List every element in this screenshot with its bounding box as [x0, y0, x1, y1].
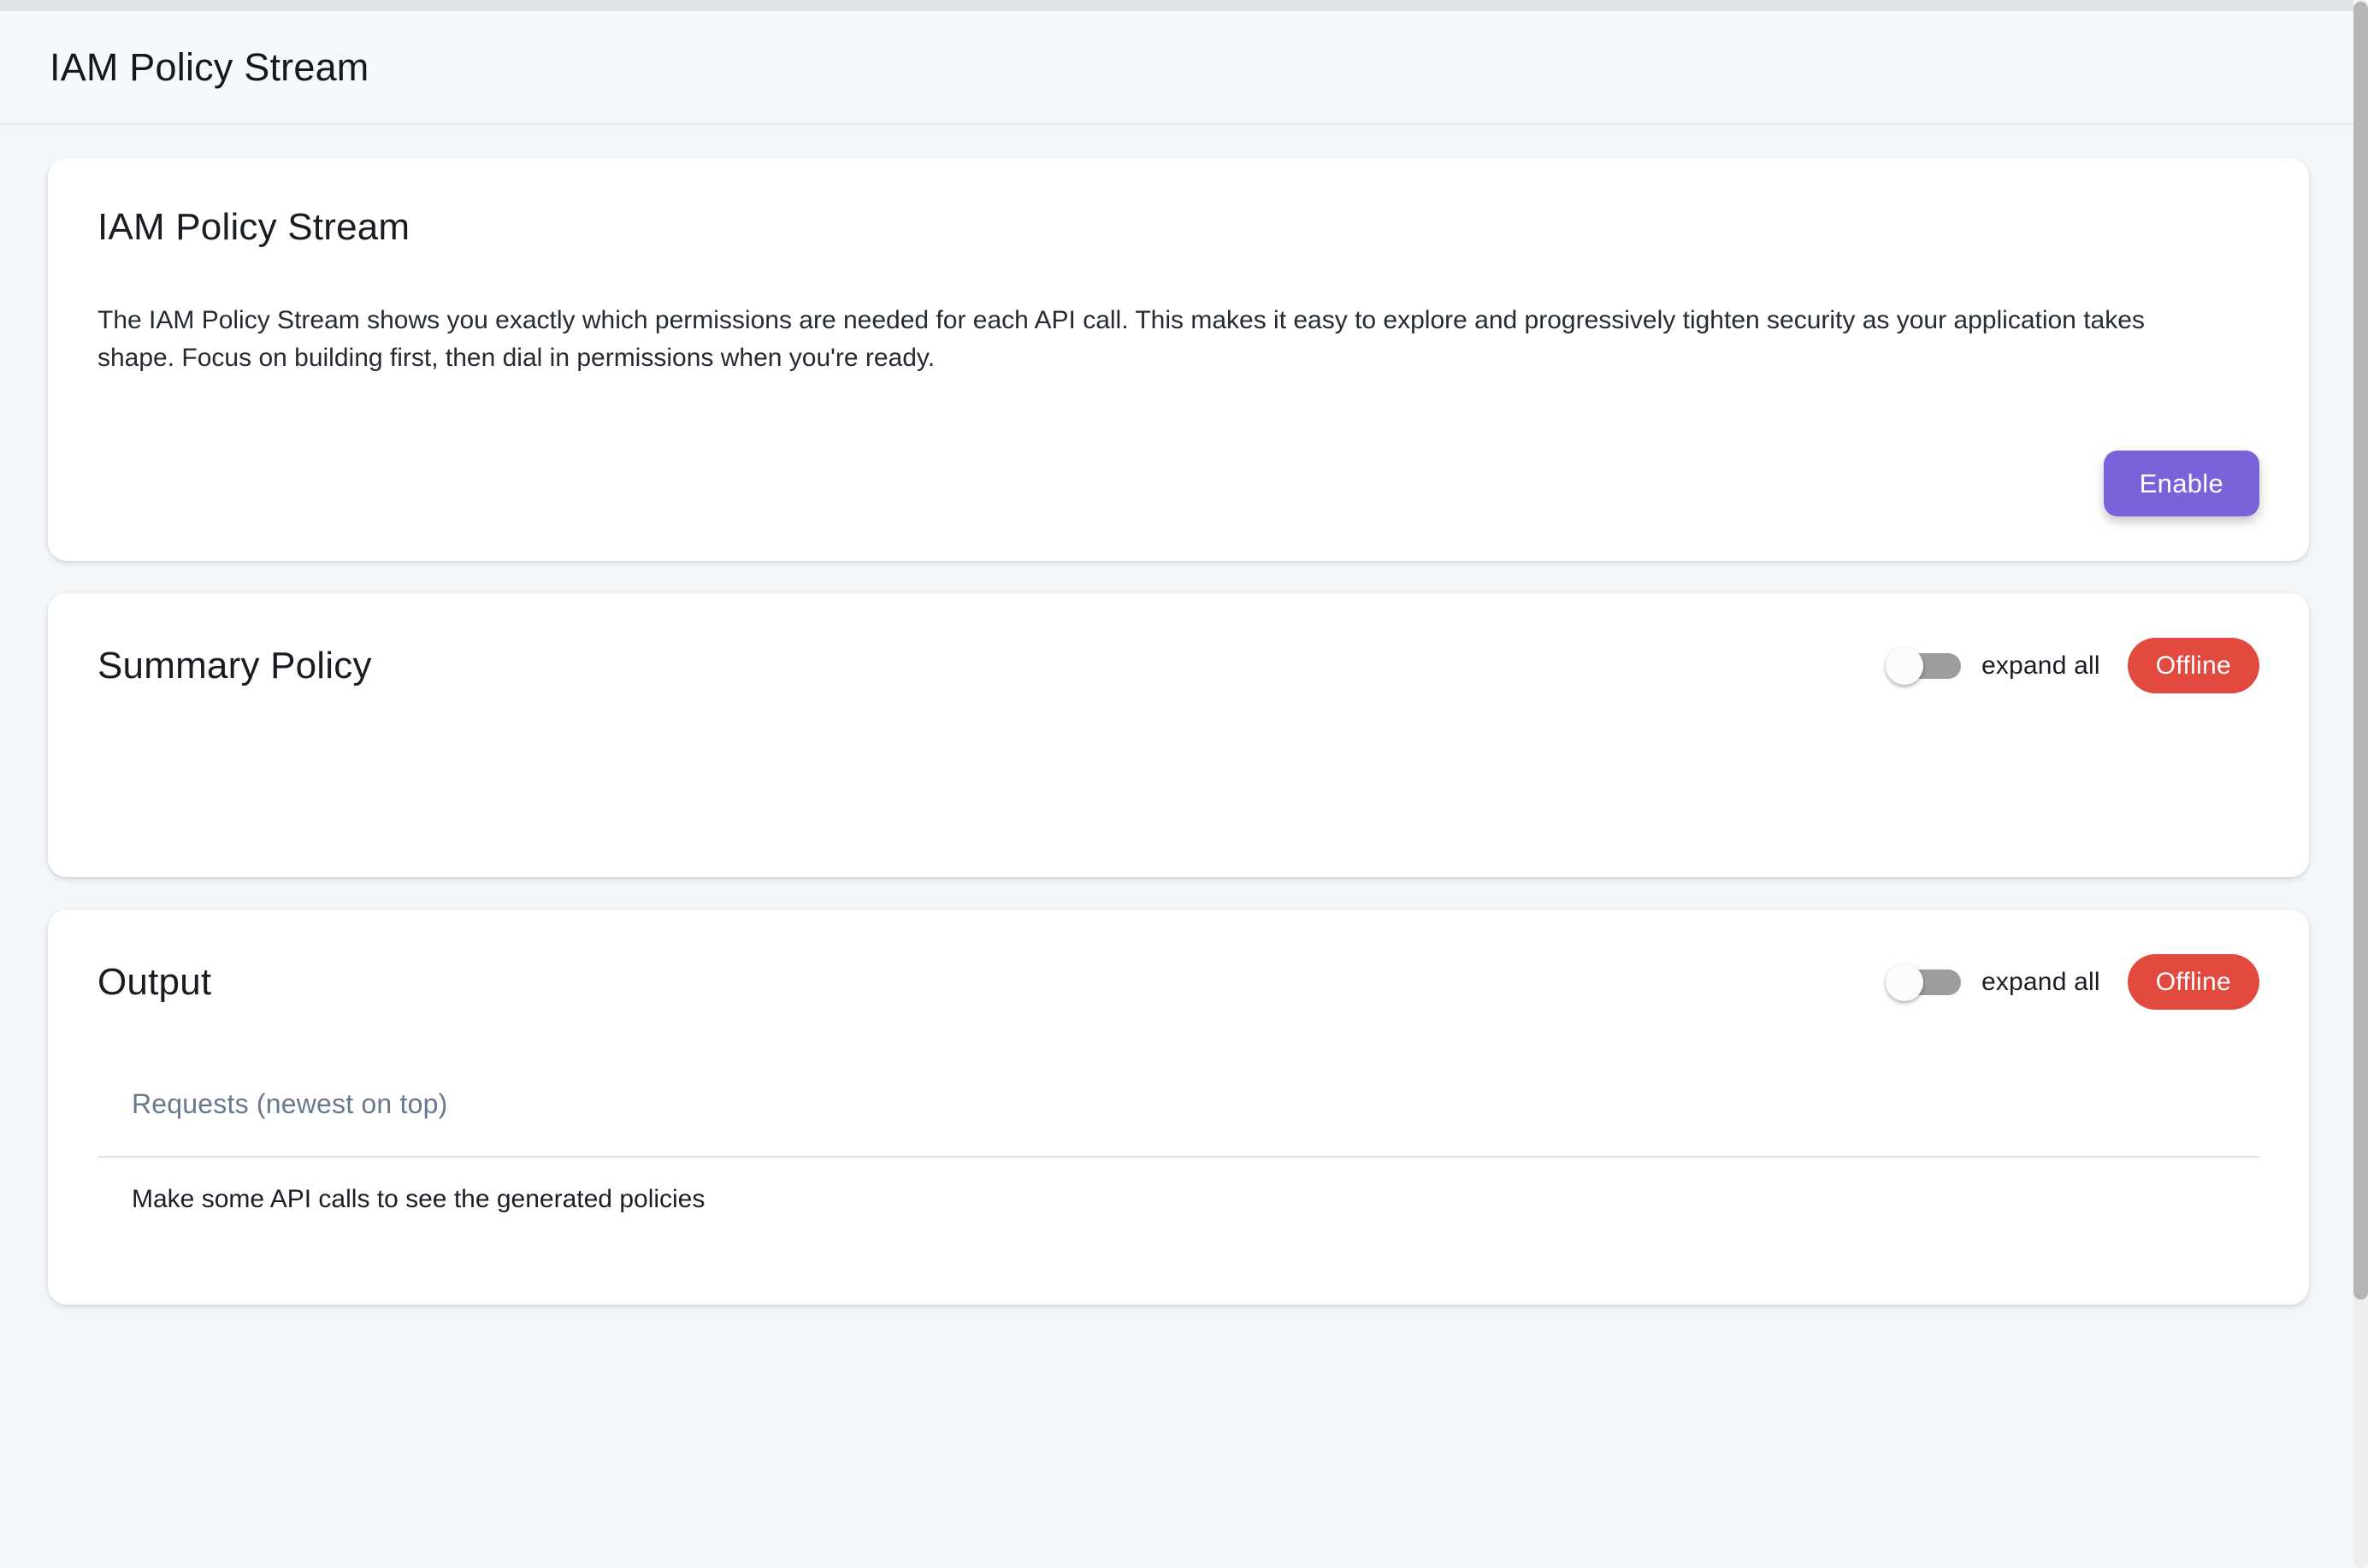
scrollbar-thumb[interactable]: [2353, 2, 2368, 1300]
output-header-row: Output expand all Offline: [97, 954, 2259, 1010]
summary-status-badge: Offline: [2128, 638, 2259, 693]
output-controls: expand all Offline: [1886, 954, 2259, 1010]
requests-section: Requests (newest on top) Make some API c…: [97, 1088, 2259, 1214]
main-content: IAM Policy Stream The IAM Policy Stream …: [0, 127, 2353, 1568]
intro-card-title: IAM Policy Stream: [97, 206, 2259, 249]
output-card: Output expand all Offline Requests (newe…: [48, 910, 2309, 1305]
window-top-strip: [0, 0, 2353, 11]
toggle-knob-icon: [1886, 964, 1923, 1001]
page-title: IAM Policy Stream: [50, 45, 369, 90]
output-expand-all-label: expand all: [1981, 968, 2100, 997]
scrollbar-track[interactable]: [2353, 0, 2368, 1568]
requests-heading: Requests (newest on top): [97, 1088, 2259, 1120]
summary-policy-header-row: Summary Policy expand all Offline: [97, 638, 2259, 693]
intro-card-actions: Enable: [97, 451, 2259, 516]
output-title: Output: [97, 961, 211, 1004]
output-expand-all-toggle[interactable]: [1886, 963, 1961, 1002]
toggle-knob-icon: [1886, 647, 1923, 685]
output-status-badge: Offline: [2128, 954, 2259, 1010]
intro-card: IAM Policy Stream The IAM Policy Stream …: [48, 158, 2309, 561]
page-header: IAM Policy Stream: [0, 11, 2353, 125]
requests-empty-message: Make some API calls to see the generated…: [97, 1158, 2259, 1214]
summary-policy-title: Summary Policy: [97, 645, 372, 687]
summary-policy-card: Summary Policy expand all Offline: [48, 593, 2309, 877]
intro-card-description: The IAM Policy Stream shows you exactly …: [97, 302, 2218, 377]
enable-button[interactable]: Enable: [2104, 451, 2259, 516]
summary-policy-controls: expand all Offline: [1886, 638, 2259, 693]
summary-expand-all-label: expand all: [1981, 651, 2100, 681]
summary-expand-all-toggle[interactable]: [1886, 646, 1961, 686]
